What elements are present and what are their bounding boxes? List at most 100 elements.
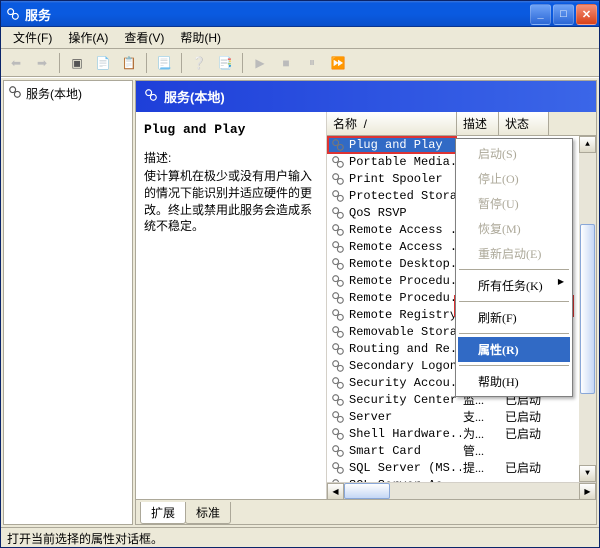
gear-icon <box>331 427 347 441</box>
list-body[interactable]: Plug and PlayPortable Media...Print Spoo… <box>327 136 596 482</box>
scroll-thumb[interactable] <box>580 224 595 394</box>
stop-icon[interactable]: ■ <box>275 52 297 74</box>
maximize-button[interactable]: □ <box>553 4 574 25</box>
gear-icon <box>331 410 347 424</box>
properties-button[interactable]: 📄 <box>92 52 114 74</box>
forward-button[interactable]: ➡ <box>31 52 53 74</box>
cm-resume[interactable]: 恢复(M) <box>458 216 570 241</box>
menu-view[interactable]: 查看(V) <box>116 27 172 48</box>
gear-icon <box>331 138 347 152</box>
service-name: Plug and Play <box>349 138 461 152</box>
table-row[interactable]: Smart Card管... <box>327 442 596 459</box>
tree-root[interactable]: 服务(本地) <box>8 85 128 102</box>
service-desc: 提... <box>463 459 505 476</box>
cm-pause[interactable]: 暂停(U) <box>458 191 570 216</box>
gear-icon <box>331 376 347 390</box>
window-title: 服务 <box>25 5 530 24</box>
list-header: 名称 / 描述 状态 <box>327 112 596 136</box>
table-row[interactable]: Shell Hardware...为...已启动 <box>327 425 596 442</box>
back-button[interactable]: ⬅ <box>5 52 27 74</box>
scroll-up-icon[interactable]: ▲ <box>579 136 596 153</box>
service-status: 已启动 <box>505 425 555 442</box>
gear-icon <box>331 223 347 237</box>
service-name: Remote Procedu... <box>349 291 461 305</box>
export-button[interactable]: 📋 <box>118 52 140 74</box>
gear-icon <box>331 325 347 339</box>
scroll-right-icon[interactable]: ▶ <box>579 483 596 500</box>
selected-service-name: Plug and Play <box>144 122 318 137</box>
cm-start[interactable]: 启动(S) <box>458 141 570 166</box>
service-name: Server <box>349 410 461 424</box>
table-row[interactable]: SQL Server Ac... <box>327 476 596 482</box>
gear-icon <box>331 257 347 271</box>
menu-help[interactable]: 帮助(H) <box>172 27 229 48</box>
table-row[interactable]: SQL Server (MS...提...已启动 <box>327 459 596 476</box>
services-window: 服务 _ □ ✕ 文件(F) 操作(A) 查看(V) 帮助(H) ⬅ ➡ ▣ 📄… <box>0 0 600 548</box>
toolbar-icon[interactable]: ▣ <box>66 52 88 74</box>
gear-icon <box>331 291 347 305</box>
gear-icon <box>331 461 347 475</box>
toolbar: ⬅ ➡ ▣ 📄 📋 📃 ❔ 📑 ▶ ■ ⏸ ⏩ <box>1 49 599 77</box>
close-button[interactable]: ✕ <box>576 4 597 25</box>
table-row[interactable]: Server支...已启动 <box>327 408 596 425</box>
start-icon[interactable]: ▶ <box>249 52 271 74</box>
help-button[interactable]: ❔ <box>188 52 210 74</box>
description-text: 使计算机在极少或没有用户输入的情况下能识别并适应硬件的更改。终止或禁用此服务会造… <box>144 168 318 235</box>
tab-standard[interactable]: 标准 <box>185 502 231 524</box>
horizontal-scrollbar[interactable]: ◀ ▶ <box>327 482 596 499</box>
description-pane: Plug and Play 描述: 使计算机在极少或没有用户输入的情况下能识别并… <box>136 112 326 499</box>
gear-icon <box>331 206 347 220</box>
titlebar: 服务 _ □ ✕ <box>1 1 599 27</box>
service-name: SQL Server Ac... <box>349 478 461 483</box>
service-name: Print Spooler <box>349 172 461 186</box>
tree-root-label: 服务(本地) <box>26 85 82 102</box>
cm-help[interactable]: 帮助(H) <box>458 369 570 394</box>
scroll-thumb[interactable] <box>344 483 390 499</box>
vertical-scrollbar[interactable]: ▲ ▼ <box>579 136 596 482</box>
refresh-button[interactable]: 📃 <box>153 52 175 74</box>
service-name: Routing and Re... <box>349 342 461 356</box>
service-name: Protected Storage <box>349 189 461 203</box>
service-desc: 支... <box>463 408 505 425</box>
toolbar-icon[interactable]: 📑 <box>214 52 236 74</box>
cm-properties[interactable]: 属性(R) <box>458 337 570 362</box>
cm-all-tasks[interactable]: 所有任务(K) <box>458 273 570 298</box>
service-list: 名称 / 描述 状态 Plug and PlayPortable Media..… <box>326 112 596 499</box>
service-name: Remote Procedu... <box>349 274 461 288</box>
service-name: QoS RSVP <box>349 206 461 220</box>
column-status[interactable]: 状态 <box>499 112 549 135</box>
scroll-down-icon[interactable]: ▼ <box>579 465 596 482</box>
column-description[interactable]: 描述 <box>457 112 499 135</box>
statusbar: 打开当前选择的属性对话框。 <box>1 527 599 547</box>
gear-icon <box>331 189 347 203</box>
tab-extended[interactable]: 扩展 <box>140 502 186 524</box>
panel-header: 服务(本地) <box>136 81 596 112</box>
right-pane: 服务(本地) Plug and Play 描述: 使计算机在极少或没有用户输入的… <box>135 80 597 525</box>
menubar: 文件(F) 操作(A) 查看(V) 帮助(H) <box>1 27 599 49</box>
pause-icon[interactable]: ⏸ <box>301 52 323 74</box>
menu-file[interactable]: 文件(F) <box>5 27 60 48</box>
service-name: Secondary Logon <box>349 359 461 373</box>
app-icon <box>5 6 21 22</box>
service-name: Remote Desktop... <box>349 257 461 271</box>
service-name: Removable Storage <box>349 325 461 339</box>
cm-refresh[interactable]: 刷新(F) <box>458 305 570 330</box>
service-status: 已启动 <box>505 459 555 476</box>
gear-icon <box>331 274 347 288</box>
column-name[interactable]: 名称 / <box>327 112 457 135</box>
cm-restart[interactable]: 重新启动(E) <box>458 241 570 266</box>
service-name: Shell Hardware... <box>349 427 461 441</box>
view-tabs: 扩展 标准 <box>136 499 596 524</box>
menu-action[interactable]: 操作(A) <box>60 27 116 48</box>
content-area: 服务(本地) 服务(本地) Plug and Play 描述: 使计算机在极少或… <box>1 77 599 527</box>
scroll-left-icon[interactable]: ◀ <box>327 483 344 500</box>
gear-icon <box>331 359 347 373</box>
service-desc: 为... <box>463 425 505 442</box>
minimize-button[interactable]: _ <box>530 4 551 25</box>
cm-stop[interactable]: 停止(O) <box>458 166 570 191</box>
gear-icon <box>331 478 347 483</box>
gear-icon <box>331 172 347 186</box>
restart-icon[interactable]: ⏩ <box>327 52 349 74</box>
service-status: 已启动 <box>505 408 555 425</box>
service-name: Remote Access ... <box>349 240 461 254</box>
